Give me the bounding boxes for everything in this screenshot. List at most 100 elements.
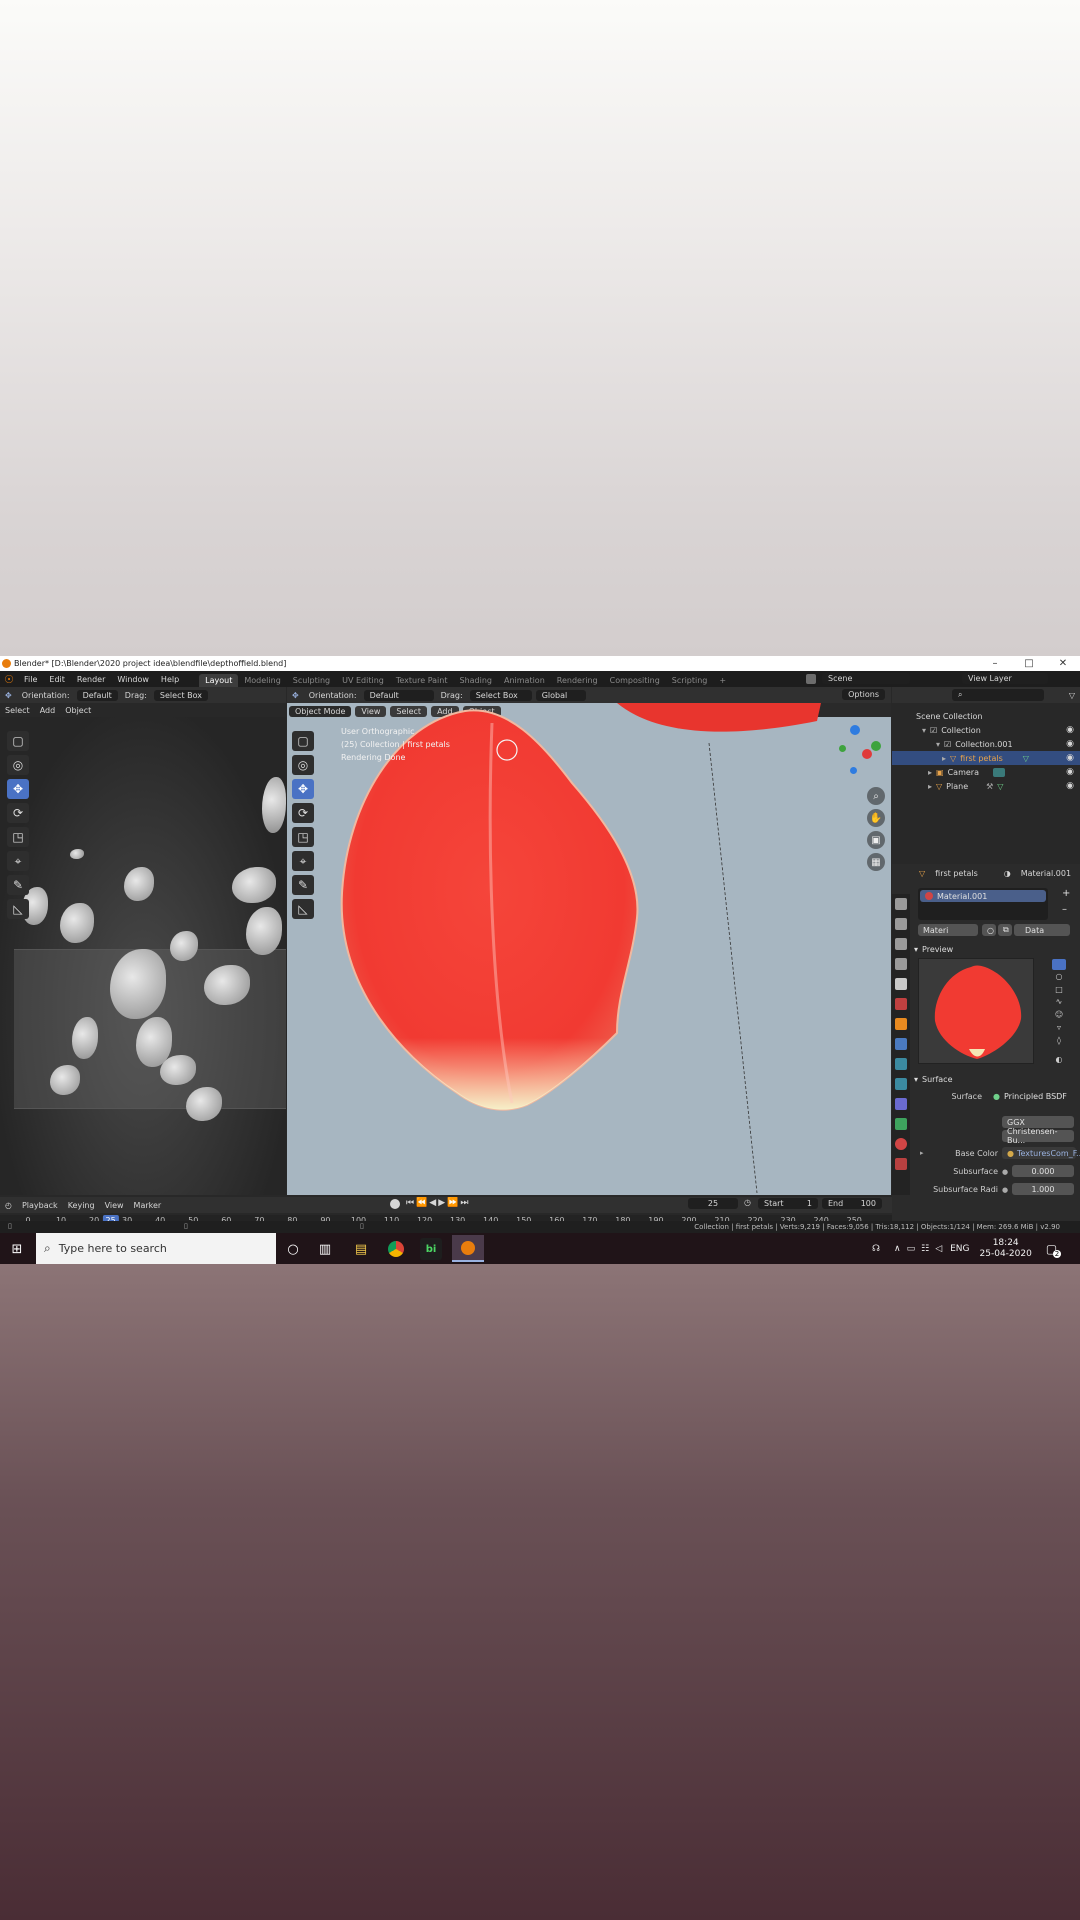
file-explorer-icon[interactable]: ▤	[350, 1238, 372, 1260]
left-menu-object[interactable]: Object	[60, 705, 96, 716]
scale-tool-icon[interactable]: ◳	[292, 827, 314, 847]
render-tab-icon[interactable]	[895, 918, 907, 930]
outliner-row[interactable]: ▸ ▽ Plane ⚒ ▽ ◉	[892, 779, 1080, 793]
options-dropdown[interactable]: Options	[842, 689, 885, 700]
view-layer-selector[interactable]: View Layer	[962, 673, 1048, 684]
timeline-menu-marker[interactable]: Marker	[129, 1200, 167, 1211]
move-tool-icon[interactable]: ✥	[0, 690, 17, 701]
task-view-icon[interactable]: ▥	[314, 1238, 336, 1260]
notification-center-icon[interactable]: ▢ 2	[1046, 1242, 1062, 1258]
battery-icon[interactable]: ▭	[907, 1244, 916, 1254]
material-tab-icon[interactable]	[895, 1138, 907, 1150]
annotate-tool-icon[interactable]: ✎	[7, 875, 29, 895]
tab-layout[interactable]: Layout	[199, 674, 239, 687]
expand-arrow-icon[interactable]: ▾	[922, 726, 926, 735]
outliner-row[interactable]: Scene Collection	[892, 709, 1080, 723]
subsurface-method-dropdown[interactable]: Christensen-Bu...	[1002, 1127, 1074, 1145]
checkbox-icon[interactable]: ☑	[944, 740, 951, 749]
physics-tab-icon[interactable]	[895, 1078, 907, 1090]
particles-tab-icon[interactable]	[895, 1058, 907, 1070]
preview-monkey-icon[interactable]: ☺	[1052, 1010, 1066, 1021]
zoom-view-icon[interactable]: ⌕	[867, 787, 885, 805]
camera-view-icon[interactable]: ▣	[867, 831, 885, 849]
rotate-tool-icon[interactable]: ⟳	[292, 803, 314, 823]
chrome-icon[interactable]	[385, 1238, 407, 1260]
gizmo-z-axis[interactable]	[850, 725, 860, 735]
tab-sculpting[interactable]: Sculpting	[287, 674, 336, 687]
tab-compositing[interactable]: Compositing	[604, 674, 666, 687]
tab-animation[interactable]: Animation	[498, 674, 551, 687]
timeline-menu-keying[interactable]: Keying	[63, 1200, 100, 1211]
start-frame-field[interactable]: Start 1	[758, 1198, 818, 1209]
timeline-menu-view[interactable]: View	[100, 1200, 129, 1211]
remove-slot-icon[interactable]: –	[1062, 904, 1067, 915]
select-box-tool-icon[interactable]: ▢	[292, 731, 314, 751]
people-icon[interactable]: ☊	[872, 1244, 880, 1254]
tab-scripting[interactable]: Scripting	[666, 674, 714, 687]
tab-shading[interactable]: Shading	[453, 674, 498, 687]
timeline-menu-playback[interactable]: Playback	[17, 1200, 63, 1211]
gizmo-neg-z[interactable]	[850, 767, 857, 774]
surface-shader-field[interactable]: ● Principled BSDF	[988, 1090, 1074, 1102]
preview-hair-icon[interactable]: ∿	[1052, 997, 1066, 1008]
expand-arrow-icon[interactable]: ▸	[928, 782, 932, 791]
tab-rendering[interactable]: Rendering	[551, 674, 604, 687]
pan-view-icon[interactable]: ✋	[867, 809, 885, 827]
gizmo-x-axis[interactable]	[862, 749, 872, 759]
eye-icon[interactable]: ◉	[1066, 767, 1074, 777]
measure-tool-icon[interactable]: ◺	[7, 899, 29, 919]
outliner-row[interactable]: ▾ ☑ Collection.001 ◉	[892, 737, 1080, 751]
transform-orientation-dropdown[interactable]: Global	[535, 689, 586, 701]
data-tab-icon[interactable]	[895, 1118, 907, 1130]
material-slot-item[interactable]: Material.001	[920, 890, 1046, 902]
tool-tab-icon[interactable]	[895, 898, 907, 910]
expand-arrow-icon[interactable]: ▸	[942, 754, 946, 763]
blender-menu-icon[interactable]: ☉	[0, 671, 18, 687]
checkbox-icon[interactable]: ☑	[930, 726, 937, 735]
menu-render[interactable]: Render	[71, 675, 111, 684]
ortho-toggle-icon[interactable]: ▦	[867, 853, 885, 871]
language-indicator[interactable]: ENG	[950, 1244, 969, 1254]
menu-window[interactable]: Window	[111, 675, 155, 684]
viewport-move-icon[interactable]: ✥	[287, 690, 304, 701]
transform-tool-icon[interactable]: ⌖	[292, 851, 314, 871]
modifier-tab-icon[interactable]	[895, 1038, 907, 1050]
preview-section-header[interactable]: ▾ Preview	[914, 942, 1080, 956]
orientation-dropdown[interactable]: Default	[76, 689, 118, 701]
gizmo-y-axis[interactable]	[871, 741, 881, 751]
eye-icon[interactable]: ◉	[1066, 781, 1074, 791]
3d-viewport[interactable]: Object Mode View Select Add Object	[287, 703, 891, 1195]
expand-arrow-icon[interactable]: ▾	[936, 740, 940, 749]
data-link-dropdown[interactable]: Data	[1020, 924, 1070, 936]
menu-help[interactable]: Help	[155, 675, 185, 684]
world-preview-icon[interactable]: ◐	[1052, 1055, 1066, 1066]
transform-tool-icon[interactable]: ⌖	[7, 851, 29, 871]
minimize-button[interactable]: –	[980, 656, 1010, 671]
preview-cube-icon[interactable]: □	[1052, 985, 1066, 996]
end-frame-field[interactable]: End 100	[822, 1198, 882, 1209]
outliner-row[interactable]: ▸ ▣ Camera ◉	[892, 765, 1080, 779]
scene-tab-icon[interactable]	[895, 978, 907, 990]
subsurface-field[interactable]: 0.000	[1012, 1165, 1074, 1177]
menu-edit[interactable]: Edit	[43, 675, 71, 684]
preview-flat-icon[interactable]	[1052, 959, 1066, 970]
close-button[interactable]: ✕	[1048, 656, 1078, 671]
constraints-tab-icon[interactable]	[895, 1098, 907, 1110]
subsurface-radius-field[interactable]: 1.000	[1012, 1183, 1074, 1195]
move-tool-icon[interactable]: ✥	[7, 779, 29, 799]
viewport-drag-dropdown[interactable]: Select Box	[469, 689, 532, 701]
view-layer-tab-icon[interactable]	[895, 958, 907, 970]
drag-dropdown[interactable]: Select Box	[153, 689, 209, 701]
clock[interactable]: 18:24 25-04-2020	[980, 1238, 1032, 1260]
surface-section-header[interactable]: ▾ Surface	[914, 1072, 1080, 1086]
material-slot-list[interactable]: Material.001	[918, 888, 1048, 920]
annotate-tool-icon[interactable]: ✎	[292, 875, 314, 895]
left-menu-select[interactable]: Select	[0, 705, 35, 716]
object-tab-icon[interactable]	[895, 1018, 907, 1030]
output-tab-icon[interactable]	[895, 938, 907, 950]
network-icon[interactable]: ☷	[921, 1244, 929, 1254]
tab-texture-paint[interactable]: Texture Paint	[390, 674, 454, 687]
filter-icon[interactable]: ▽	[1064, 690, 1080, 701]
eye-icon[interactable]: ◉	[1066, 753, 1074, 763]
eye-icon[interactable]: ◉	[1066, 725, 1074, 735]
